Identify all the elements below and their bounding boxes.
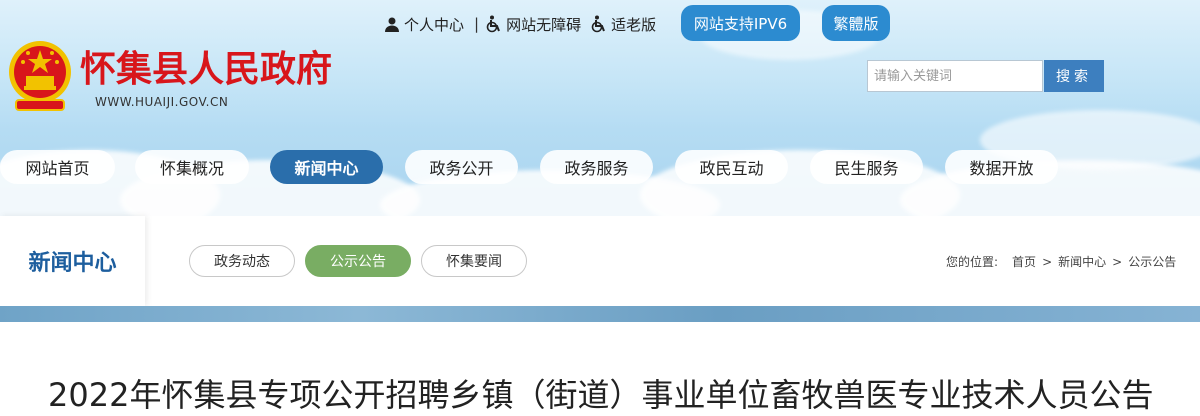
- tab-gov-news[interactable]: 政务动态: [189, 245, 295, 277]
- personal-center-link[interactable]: 个人中心: [384, 14, 464, 35]
- elderly-mode-label: 适老版: [611, 15, 657, 34]
- breadcrumb-home[interactable]: 首页: [1012, 253, 1036, 270]
- user-icon: [385, 17, 399, 32]
- accessibility-link[interactable]: 网站无障碍: [486, 14, 581, 35]
- national-emblem-icon[interactable]: [6, 38, 74, 112]
- nav-interaction[interactable]: 政民互动: [675, 150, 788, 184]
- ipv6-badge[interactable]: 网站支持IPV6: [681, 5, 800, 41]
- search-input[interactable]: [867, 60, 1043, 92]
- breadcrumb-news-center[interactable]: 新闻中心: [1058, 253, 1106, 270]
- top-divider: |: [474, 15, 480, 33]
- site-title[interactable]: 怀集县人民政府: [80, 40, 332, 92]
- nav-livelihood[interactable]: 民生服务: [810, 150, 923, 184]
- article-title: 2022年怀集县专项公开招聘乡镇（街道）事业单位畜牧兽医专业技术人员公告: [48, 376, 1154, 414]
- personal-center-label: 个人中心: [404, 15, 465, 34]
- nav-gov-services[interactable]: 政务服务: [540, 150, 653, 184]
- breadcrumb-label: 您的位置:: [946, 255, 999, 269]
- wheelchair-icon: [486, 15, 501, 33]
- tab-announcements[interactable]: 公示公告: [305, 245, 411, 277]
- breadcrumb: 您的位置: 首页 > 新闻中心 > 公示公告: [946, 253, 1182, 270]
- search-button[interactable]: 搜索: [1044, 60, 1104, 92]
- accessibility-label: 网站无障碍: [506, 15, 582, 34]
- nav-gov-affairs-open[interactable]: 政务公开: [405, 150, 518, 184]
- wheelchair-icon: [591, 15, 606, 33]
- nav-open-data[interactable]: 数据开放: [945, 150, 1058, 184]
- mountain-banner-strip: [0, 306, 1200, 322]
- breadcrumb-separator: >: [1112, 254, 1123, 269]
- traditional-chinese-button[interactable]: 繁體版: [822, 5, 890, 41]
- breadcrumb-announcements[interactable]: 公示公告: [1128, 253, 1176, 270]
- elderly-mode-link[interactable]: 适老版: [591, 14, 656, 35]
- site-url: WWW.HUAIJI.GOV.CN: [95, 95, 229, 109]
- top-utility-bar: 个人中心 | 网站无障碍 适老版: [384, 6, 666, 42]
- tab-huaiji-news[interactable]: 怀集要闻: [421, 245, 527, 277]
- nav-home[interactable]: 网站首页: [0, 150, 115, 184]
- nav-overview[interactable]: 怀集概况: [135, 150, 249, 184]
- section-title: 新闻中心: [0, 216, 145, 306]
- nav-news-center[interactable]: 新闻中心: [270, 150, 383, 184]
- breadcrumb-separator: >: [1042, 254, 1053, 269]
